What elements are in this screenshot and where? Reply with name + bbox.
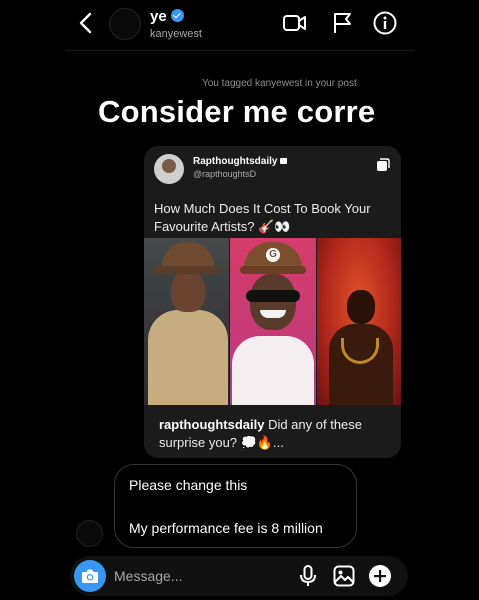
message-bubble[interactable]: Please change this My performance fee is…	[114, 464, 357, 548]
post-account-name[interactable]: Rapthoughtsdaily	[193, 156, 288, 167]
chat-header: ye kanyewest	[66, 0, 414, 50]
message-text-2: My performance fee is 8 million	[129, 520, 323, 536]
artist-photo-3	[317, 238, 401, 405]
photo2-figure-face	[250, 274, 296, 330]
photo2-cap-brim	[240, 266, 306, 274]
post-photo-collage[interactable]: G	[144, 238, 401, 405]
message-text-1: Please change this	[129, 477, 248, 493]
gallery-icon[interactable]	[332, 564, 356, 588]
header-divider	[66, 50, 414, 51]
post-account-name-text: Rapthoughtsdaily	[193, 156, 278, 167]
tagged-notice: You tagged kanyewest in your post	[202, 78, 357, 89]
sender-avatar[interactable]	[76, 520, 103, 547]
camera-icon	[82, 569, 98, 583]
photo2-sunglasses	[246, 290, 300, 302]
multiple-photos-icon	[377, 158, 390, 171]
artist-photo-1	[144, 238, 229, 405]
photo1-figure-body	[148, 310, 228, 405]
back-icon[interactable]	[76, 10, 96, 36]
profile-avatar[interactable]	[109, 8, 141, 40]
chat-name[interactable]: ye	[150, 8, 184, 25]
info-icon[interactable]	[372, 10, 398, 36]
post-caption: rapthoughtsdaily Did any of these surpri…	[159, 416, 389, 452]
photo2-cap-logo: G	[266, 248, 280, 262]
dm-screen: ye kanyewest You tagged kanyewest in you…	[66, 0, 414, 600]
photo1-hat-brim	[154, 266, 220, 274]
shared-post-card[interactable]: Rapthoughtsdaily @rapthoughtsD How Much …	[144, 146, 401, 458]
video-call-icon[interactable]	[282, 10, 308, 36]
post-account-handle: @rapthoughtsD	[193, 169, 257, 179]
add-plus-icon[interactable]	[368, 564, 392, 588]
photo3-figure-body	[329, 324, 393, 405]
lock-icon	[280, 158, 288, 164]
verified-badge-icon	[170, 9, 184, 22]
photo3-figure-head	[347, 290, 375, 324]
flag-icon[interactable]	[330, 10, 356, 36]
post-text: How Much Does It Cost To Book Your Favou…	[154, 201, 371, 234]
chat-name-text: ye	[150, 8, 167, 25]
microphone-icon[interactable]	[296, 564, 320, 588]
camera-button[interactable]	[74, 560, 106, 592]
chat-username: kanyewest	[150, 28, 202, 40]
post-account-avatar[interactable]	[154, 154, 184, 184]
post-caption-user[interactable]: rapthoughtsdaily	[159, 417, 264, 432]
message-input[interactable]	[114, 566, 284, 586]
photo2-figure-body	[232, 336, 314, 405]
message-composer	[70, 556, 408, 596]
story-caption-overlay: Consider me corre	[98, 94, 376, 129]
photo1-figure-face	[171, 272, 205, 312]
artist-photo-2: G	[230, 238, 316, 405]
photo2-smile	[260, 310, 286, 318]
